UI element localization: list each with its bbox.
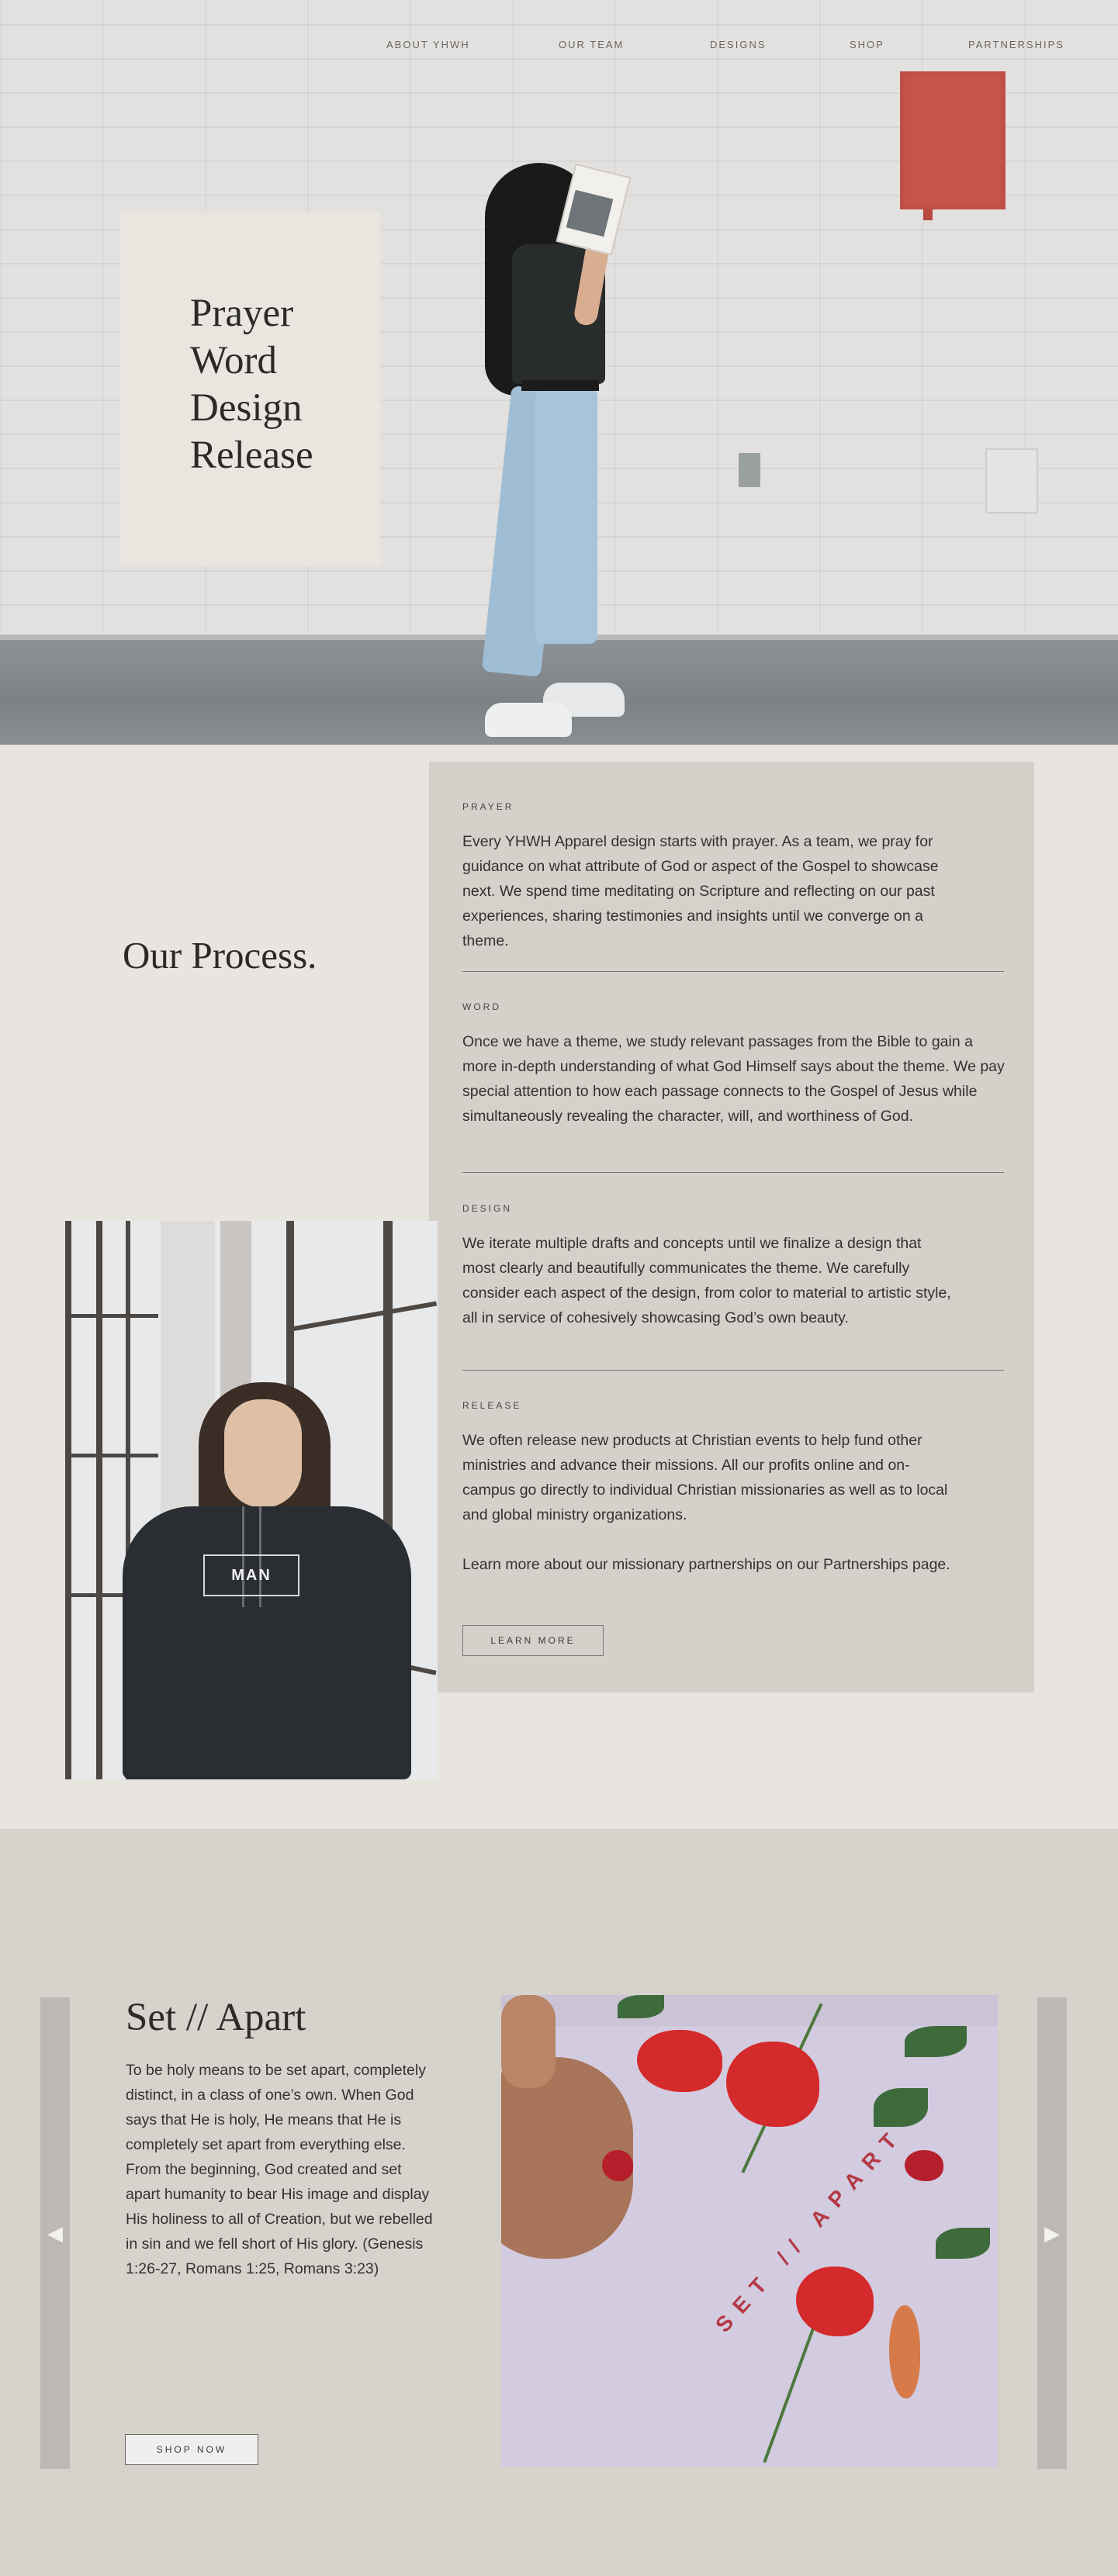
lily-bud xyxy=(889,2305,920,2398)
red-wall-sign xyxy=(900,71,1006,209)
step-label: DESIGN xyxy=(462,1203,513,1214)
window-frame xyxy=(65,1314,158,1318)
window-frame xyxy=(290,1301,438,1332)
window-frame xyxy=(96,1221,102,1779)
step-text: Once we have a theme, we study relevant … xyxy=(462,1033,1005,1125)
hero-title-card: Prayer Word Design Release xyxy=(120,213,380,565)
red-berries xyxy=(602,2150,633,2181)
leaf xyxy=(618,1995,664,2018)
step-text: Every YHWH Apparel design starts with pr… xyxy=(462,833,939,949)
woman-jeans-right xyxy=(535,388,597,644)
step-label: WORD xyxy=(462,1001,501,1012)
set-apart-title: Set // Apart xyxy=(126,1996,306,2039)
hero-title-line: Word xyxy=(190,339,278,382)
step-word: WORD Once we have a theme, we study rele… xyxy=(462,1001,1006,1129)
red-lily xyxy=(726,2042,819,2127)
person-hand xyxy=(501,1995,556,2088)
step-prayer: PRAYER Every YHWH Apparel design starts … xyxy=(462,801,1006,953)
divider xyxy=(462,1370,1004,1371)
chevron-left-icon: ◀ xyxy=(47,2221,63,2245)
hero-title-line: Prayer xyxy=(190,292,294,335)
divider xyxy=(462,1172,1004,1173)
window-frame xyxy=(65,1454,158,1457)
black-hoodie xyxy=(123,1506,411,1779)
red-lily xyxy=(796,2267,874,2336)
nav-about[interactable]: ABOUT YHWH xyxy=(386,39,470,54)
hoodie-photo: MAN xyxy=(65,1221,438,1779)
person-face xyxy=(224,1399,302,1508)
set-apart-photo: SET // APART xyxy=(501,1995,998,2467)
divider xyxy=(462,971,1004,972)
step-release: RELEASE We often release new products at… xyxy=(462,1400,1006,1577)
hoodie-print: MAN xyxy=(203,1554,299,1596)
red-berries xyxy=(905,2150,943,2181)
slider-next-button[interactable]: ▶ xyxy=(1037,1997,1067,2469)
nav-shop[interactable]: SHOP xyxy=(850,39,884,54)
wall-electrical-box xyxy=(985,448,1038,513)
hero-title: Prayer Word Design Release xyxy=(190,290,376,479)
step-design: DESIGN We iterate multiple drafts and co… xyxy=(462,1203,1006,1330)
wall-switch xyxy=(739,453,760,487)
slider-prev-button[interactable]: ◀ xyxy=(40,1997,70,2469)
step-label: RELEASE xyxy=(462,1400,522,1411)
hero-title-line: Release xyxy=(190,434,313,477)
leaf xyxy=(874,2088,928,2127)
leaf xyxy=(905,2026,967,2057)
step-text: We iterate multiple drafts and concepts … xyxy=(462,1235,951,1326)
chevron-right-icon: ▶ xyxy=(1044,2221,1060,2245)
partnerships-note: Learn more about our missionary partners… xyxy=(462,1556,950,1573)
window-frame xyxy=(65,1221,71,1779)
nav-our-team[interactable]: OUR TEAM xyxy=(559,39,624,54)
shop-now-button[interactable]: SHOP NOW xyxy=(125,2434,258,2465)
red-lily xyxy=(637,2030,722,2092)
red-sign-post xyxy=(923,209,933,220)
process-heading: Our Process. xyxy=(123,934,317,977)
leaf xyxy=(936,2228,990,2259)
set-apart-description: To be holy means to be set apart, comple… xyxy=(126,2062,433,2277)
nav-designs[interactable]: DESIGNS xyxy=(710,39,767,54)
woman-belt xyxy=(521,380,599,391)
step-text: We often release new products at Christi… xyxy=(462,1432,948,1523)
step-label: PRAYER xyxy=(462,801,514,812)
woman-shoe-left xyxy=(485,703,572,737)
nav-partnerships[interactable]: PARTNERSHIPS xyxy=(968,39,1064,54)
hero-section: ABOUT YHWH OUR TEAM DESIGNS SHOP PARTNER… xyxy=(0,0,1118,745)
learn-more-button[interactable]: LEARN MORE xyxy=(462,1625,604,1656)
hero-title-line: Design xyxy=(190,386,303,430)
